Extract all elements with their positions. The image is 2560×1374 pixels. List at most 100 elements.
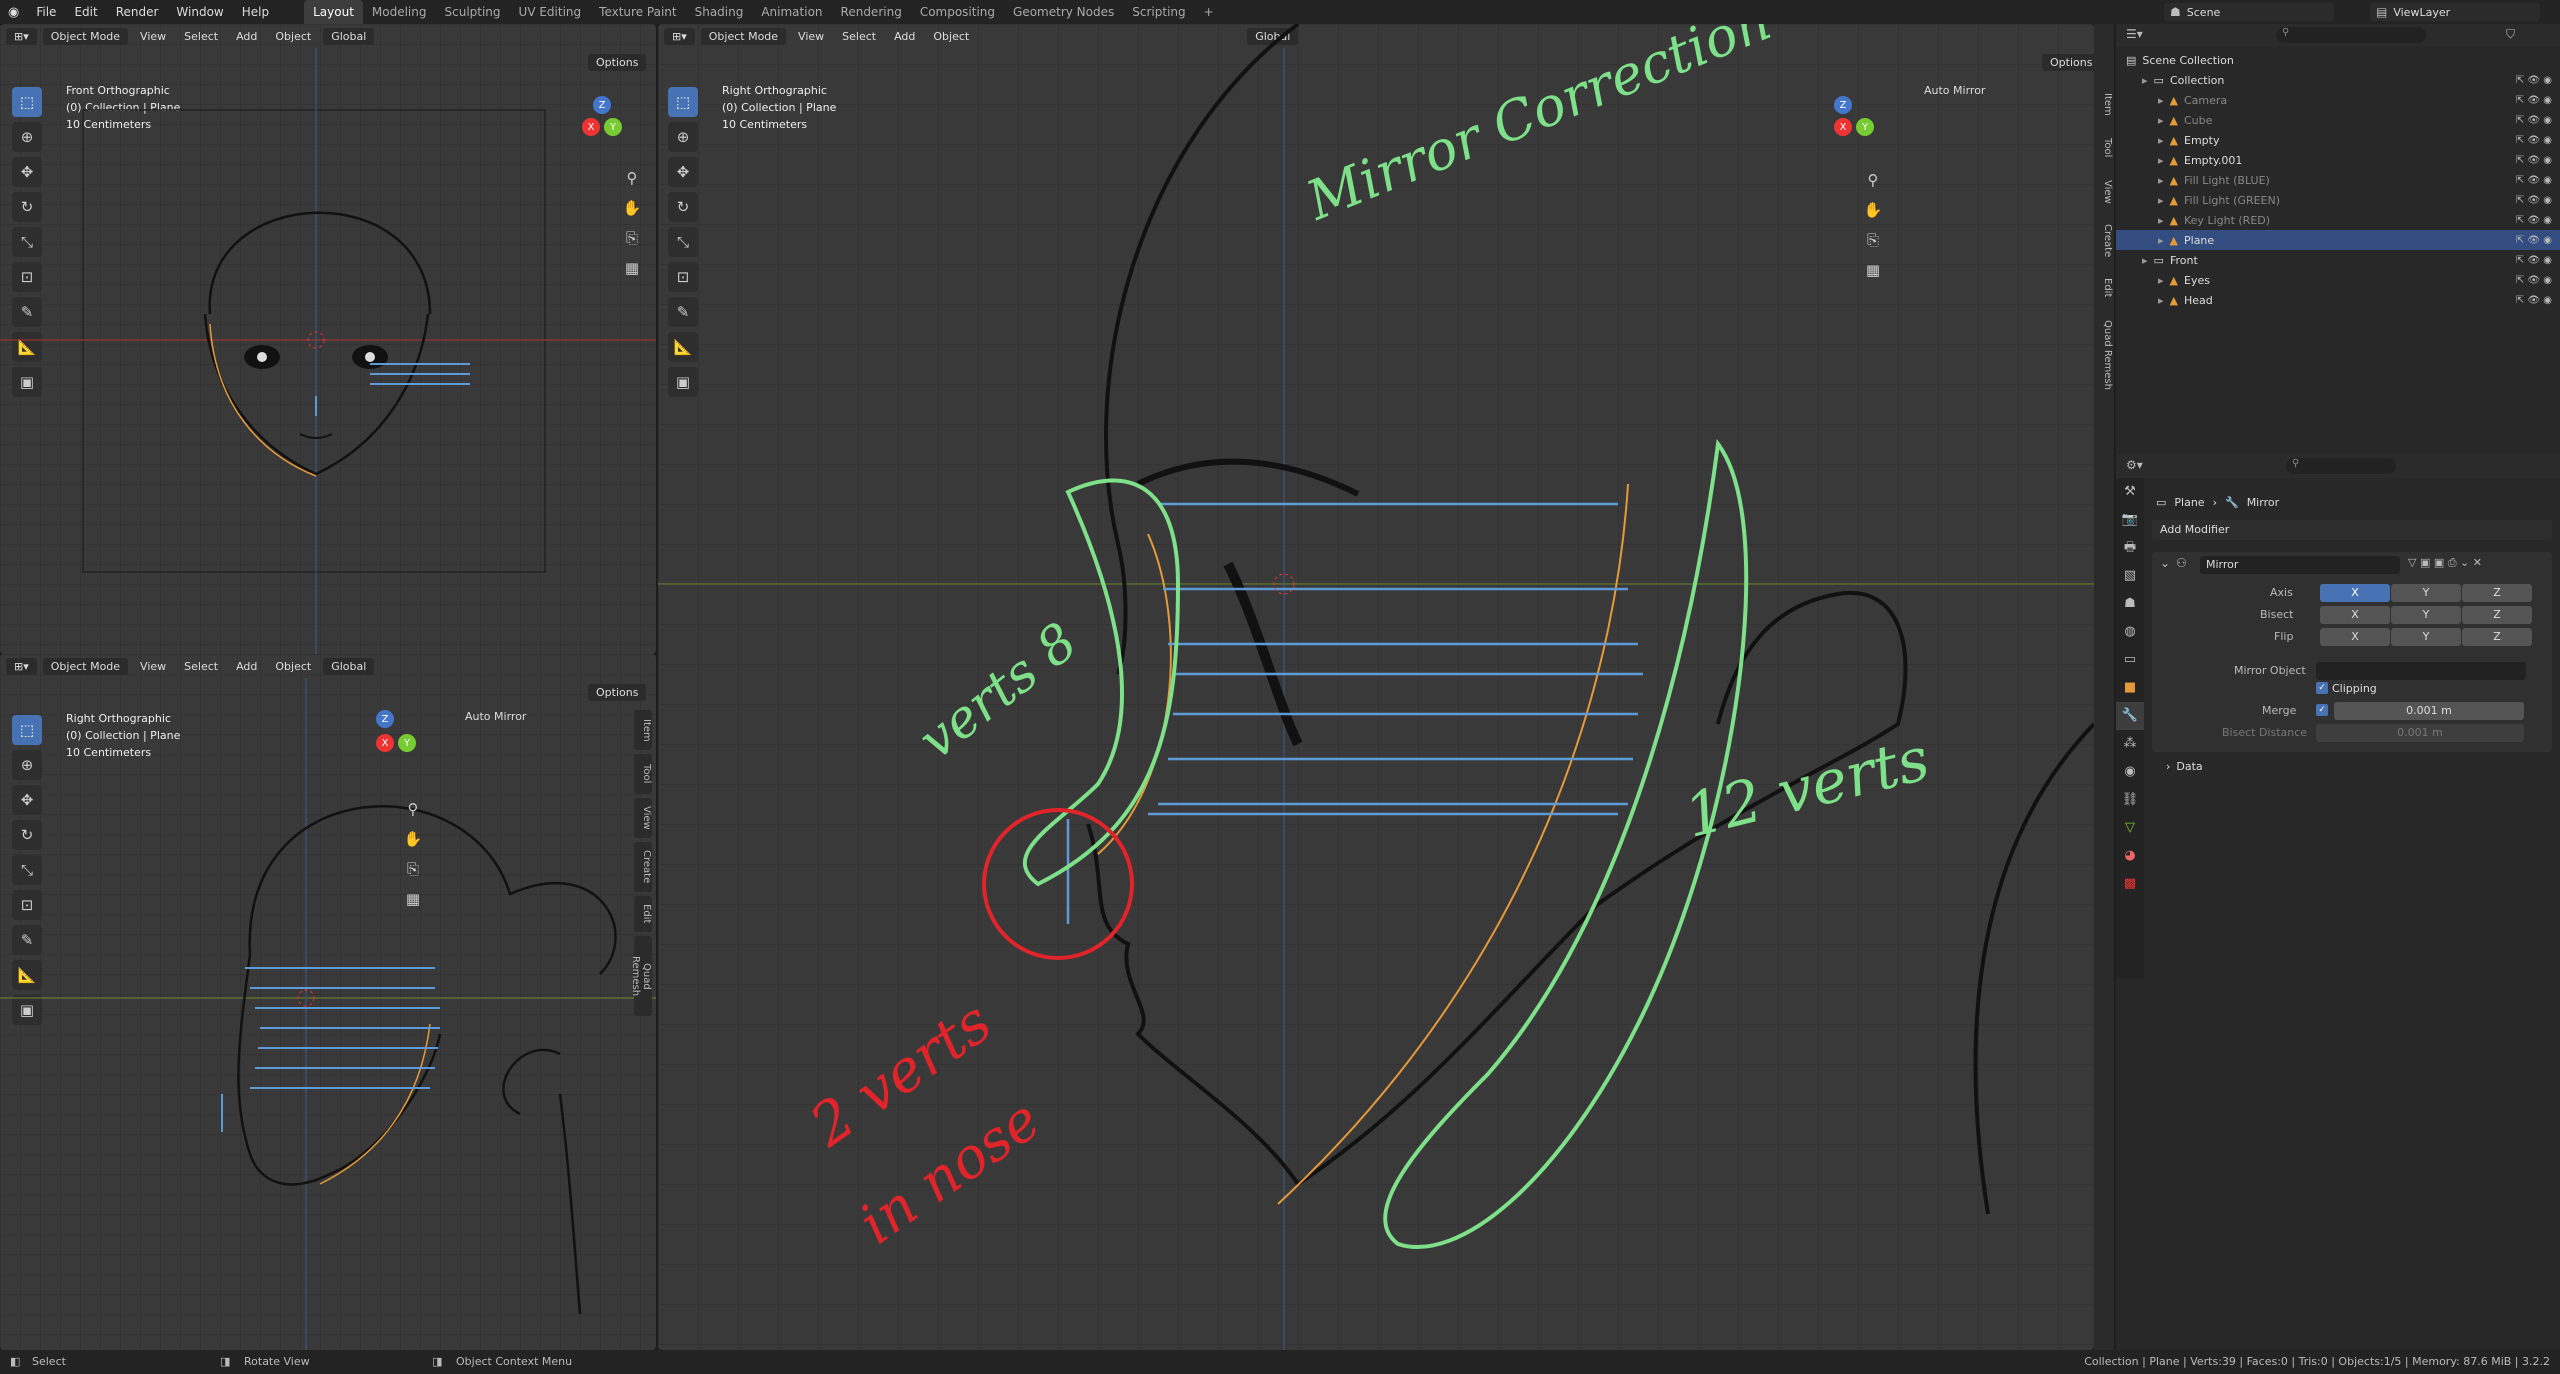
outliner-item-empty[interactable]: ▸ ▲ Empty ⇱ 👁 ◉ — [2116, 130, 2560, 150]
chevron-right-icon[interactable]: ▸ — [2158, 154, 2164, 167]
flip-x-toggle[interactable]: X — [2320, 628, 2390, 646]
tab-create[interactable]: Create — [2095, 216, 2113, 266]
merge-distance-field[interactable]: 0.001 m — [2334, 702, 2524, 720]
gizmo-y[interactable]: Y — [398, 734, 416, 752]
search-icon[interactable]: ⚲ — [2276, 27, 2426, 43]
gizmo-y[interactable]: Y — [1856, 118, 1874, 136]
chevron-right-icon[interactable]: ▸ — [2158, 114, 2164, 127]
chevron-right-icon[interactable]: ▸ — [2142, 74, 2148, 87]
chevron-right-icon[interactable]: ▸ — [2158, 194, 2164, 207]
menu-help[interactable]: Help — [233, 0, 278, 24]
menu-window[interactable]: Window — [167, 0, 232, 24]
tab-geometry-nodes[interactable]: Geometry Nodes — [1004, 0, 1123, 24]
add-workspace-icon[interactable]: + — [1195, 0, 1223, 24]
tab-item[interactable]: Item — [634, 710, 652, 750]
tab-animation[interactable]: Animation — [752, 0, 831, 24]
tab-quad-remesh[interactable]: Quad Remesh — [630, 936, 652, 1016]
outliner-item-front[interactable]: ▸ ▭ Front ⇱ 👁 ◉ — [2116, 250, 2560, 270]
gizmo-y[interactable]: Y — [604, 118, 622, 136]
zoom-icon[interactable]: ⚲ — [1860, 167, 1886, 193]
chevron-down-icon[interactable]: ⌄ — [2160, 556, 2170, 570]
material-tab-icon[interactable]: ◕ — [2116, 842, 2144, 870]
tab-edit[interactable]: Edit — [634, 896, 652, 932]
menu-edit[interactable]: Edit — [65, 0, 106, 24]
gizmo-z[interactable]: Z — [1834, 96, 1852, 114]
tab-view[interactable]: View — [2095, 172, 2113, 212]
visibility-icons[interactable]: ⇱ 👁 ◉ — [2516, 215, 2552, 226]
chevron-right-icon[interactable]: ▸ — [2158, 134, 2164, 147]
blender-logo-icon[interactable]: ◉ — [0, 5, 27, 20]
gizmo-x[interactable]: X — [582, 118, 600, 136]
tab-edit[interactable]: Edit — [2095, 270, 2113, 306]
chevron-right-icon[interactable]: ▸ — [2142, 254, 2148, 267]
grid-view-icon[interactable]: ▦ — [619, 255, 645, 281]
outliner-item-empty-001[interactable]: ▸ ▲ Empty.001 ⇱ 👁 ◉ — [2116, 150, 2560, 170]
data-tab-icon[interactable]: ▽ — [2116, 814, 2144, 842]
axis-x-toggle[interactable]: X — [2320, 584, 2390, 602]
tab-modeling[interactable]: Modeling — [363, 0, 436, 24]
tab-compositing[interactable]: Compositing — [911, 0, 1004, 24]
editor-type-icon[interactable]: ⚙▾ — [2126, 458, 2143, 472]
visibility-icons[interactable]: ⇱ 👁 ◉ — [2516, 255, 2552, 266]
bisect-x-toggle[interactable]: X — [2320, 606, 2390, 624]
outliner-item-head[interactable]: ▸ ▲ Head ⇱ 👁 ◉ — [2116, 290, 2560, 310]
zoom-icon[interactable]: ⚲ — [400, 796, 426, 822]
navigation-gizmo[interactable]: X Y Z — [340, 710, 430, 810]
tab-rendering[interactable]: Rendering — [832, 0, 911, 24]
tab-sculpting[interactable]: Sculpting — [436, 0, 510, 24]
constraints-tab-icon[interactable]: ⛓ — [2116, 786, 2144, 814]
visibility-icons[interactable]: ⇱ 👁 ◉ — [2516, 95, 2552, 106]
visibility-icons[interactable]: ⇱ 👁 ◉ — [2516, 155, 2552, 166]
render-tab-icon[interactable]: 📷 — [2116, 506, 2144, 534]
visibility-icons[interactable]: ⇱ 👁 ◉ — [2516, 235, 2552, 246]
tab-layout[interactable]: Layout — [304, 0, 363, 24]
texture-tab-icon[interactable]: ▩ — [2116, 870, 2144, 898]
camera-view-icon[interactable]: ⎘ — [619, 225, 645, 251]
modifier-visibility-icons[interactable]: ▽ ▣ ▣ ⎙ ⌄ ✕ — [2408, 556, 2482, 570]
output-tab-icon[interactable]: 🖶 — [2116, 534, 2144, 562]
view-layer-tab-icon[interactable]: ▧ — [2116, 562, 2144, 590]
menu-render[interactable]: Render — [107, 0, 168, 24]
filter-icon[interactable]: ⛉ — [2506, 27, 2515, 42]
tab-uv-editing[interactable]: UV Editing — [510, 0, 591, 24]
grid-view-icon[interactable]: ▦ — [400, 886, 426, 912]
visibility-icons[interactable]: ⇱ 👁 ◉ — [2516, 115, 2552, 126]
flip-z-toggle[interactable]: Z — [2462, 628, 2532, 646]
bisect-distance-field[interactable]: 0.001 m — [2316, 724, 2524, 742]
mirror-object-field[interactable] — [2316, 662, 2526, 680]
visibility-icons[interactable]: ⇱ 👁 ◉ — [2516, 75, 2552, 86]
tab-view[interactable]: View — [634, 798, 652, 838]
merge-checkbox[interactable]: ✓ — [2316, 704, 2328, 716]
pan-icon[interactable]: ✋ — [619, 195, 645, 221]
outliner-item-camera[interactable]: ▸ ▲ Camera ⇱ 👁 ◉ — [2116, 90, 2560, 110]
menu-file[interactable]: File — [27, 0, 65, 24]
bisect-y-toggle[interactable]: Y — [2391, 606, 2461, 624]
add-modifier-button[interactable]: Add Modifier — [2152, 520, 2552, 540]
editor-type-icon[interactable]: ☰▾ — [2126, 27, 2143, 41]
axis-z-toggle[interactable]: Z — [2462, 584, 2532, 602]
bisect-z-toggle[interactable]: Z — [2462, 606, 2532, 624]
data-subpanel[interactable]: › Data — [2166, 760, 2203, 773]
view-layer-name[interactable]: ViewLayer — [2393, 6, 2450, 19]
particles-tab-icon[interactable]: ⁂ — [2116, 730, 2144, 758]
outliner-item-key-light-red[interactable]: ▸ ▲ Key Light (RED) ⇱ 👁 ◉ — [2116, 210, 2560, 230]
tab-texture-paint[interactable]: Texture Paint — [590, 0, 685, 24]
modifier-tab-icon[interactable]: 🔧 — [2116, 702, 2144, 730]
scene-tab-icon[interactable]: ☗ — [2116, 590, 2144, 618]
visibility-icons[interactable]: ⇱ 👁 ◉ — [2516, 295, 2552, 306]
tab-quad-remesh[interactable]: Quad Remesh — [2095, 310, 2113, 400]
chevron-right-icon[interactable]: ▸ — [2158, 294, 2164, 307]
outliner-item-fill-light-blue[interactable]: ▸ ▲ Fill Light (BLUE) ⇱ 👁 ◉ — [2116, 170, 2560, 190]
grid-view-icon[interactable]: ▦ — [1860, 257, 1886, 283]
flip-y-toggle[interactable]: Y — [2391, 628, 2461, 646]
chevron-right-icon[interactable]: ▸ — [2158, 234, 2164, 247]
chevron-right-icon[interactable]: ▸ — [2158, 174, 2164, 187]
world-tab-icon[interactable]: ◍ — [2116, 618, 2144, 646]
pan-icon[interactable]: ✋ — [400, 826, 426, 852]
visibility-icons[interactable]: ⇱ 👁 ◉ — [2516, 195, 2552, 206]
viewport-main[interactable]: ⊞▾ Object Mode View Select Add Object Gl… — [658, 24, 2094, 1350]
chevron-right-icon[interactable]: ▸ — [2158, 214, 2164, 227]
search-icon[interactable]: ⚲ — [2286, 458, 2396, 474]
outliner-item-eyes[interactable]: ▸ ▲ Eyes ⇱ 👁 ◉ — [2116, 270, 2560, 290]
scene-name[interactable]: Scene — [2187, 6, 2221, 19]
